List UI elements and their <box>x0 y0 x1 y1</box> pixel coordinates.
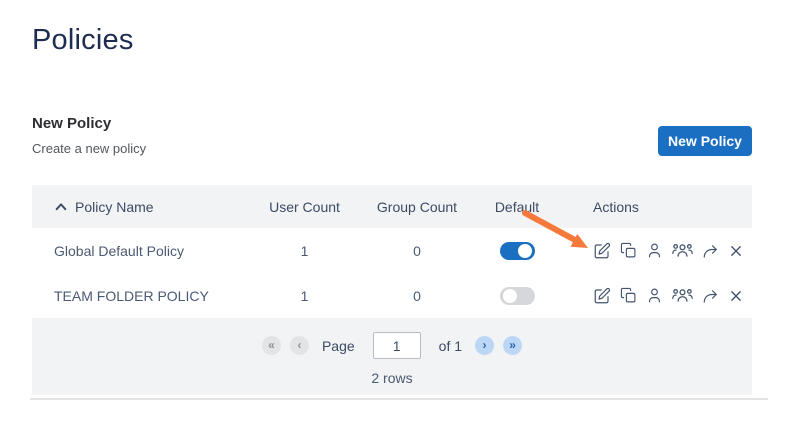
toggle-knob <box>502 288 517 303</box>
prev-page-button[interactable]: ‹ <box>289 336 309 355</box>
page-title: Policies <box>32 24 134 56</box>
share-icon[interactable] <box>702 288 720 304</box>
section-subheading: Create a new policy <box>32 141 147 156</box>
group-count-cell: 0 <box>413 242 421 259</box>
pagination: « ‹ Page of 1 › » <box>261 332 523 359</box>
table-header-row: Policy Name User Count Group Count Defau… <box>32 185 752 228</box>
edit-icon[interactable] <box>593 287 611 305</box>
column-header-user-count[interactable]: User Count <box>247 199 362 215</box>
column-header-policy-name[interactable]: Policy Name <box>32 199 247 215</box>
first-page-button[interactable]: « <box>261 336 281 355</box>
table-row: TEAM FOLDER POLICY 1 0 <box>32 273 752 318</box>
copy-icon[interactable] <box>620 287 637 304</box>
group-icon[interactable] <box>672 288 693 303</box>
table-row: Global Default Policy 1 0 <box>32 228 752 273</box>
remove-icon[interactable] <box>729 289 743 303</box>
default-cell <box>472 286 562 305</box>
last-page-button[interactable]: » <box>503 336 523 355</box>
remove-icon[interactable] <box>729 244 743 258</box>
group-count-cell: 0 <box>413 287 421 304</box>
column-header-actions: Actions <box>593 198 639 215</box>
column-header-default[interactable]: Default <box>472 199 562 215</box>
actions-cell <box>562 287 752 305</box>
default-toggle[interactable] <box>499 286 535 305</box>
policies-page: Policies New Policy Create a new policy … <box>0 0 798 432</box>
user-icon[interactable] <box>646 242 663 259</box>
group-icon[interactable] <box>672 243 693 258</box>
share-icon[interactable] <box>702 243 720 259</box>
page-label: Page <box>321 337 355 354</box>
edit-icon[interactable] <box>593 242 611 260</box>
user-count-cell: 1 <box>300 287 309 304</box>
section-heading: New Policy <box>32 115 112 132</box>
policy-name-cell: Global Default Policy <box>54 242 184 259</box>
divider <box>30 398 768 400</box>
table-footer: « ‹ Page of 1 › » 2 rows <box>32 318 752 395</box>
new-policy-button[interactable]: New Policy <box>658 126 752 156</box>
toggle-knob <box>517 243 532 258</box>
policies-table: Policy Name User Count Group Count Defau… <box>32 185 752 395</box>
policy-name-cell: TEAM FOLDER POLICY <box>54 287 209 304</box>
column-header-group-count[interactable]: Group Count <box>362 199 472 215</box>
next-page-button[interactable]: › <box>475 336 495 355</box>
row-count-label: 2 rows <box>371 370 413 386</box>
chevron-up-icon[interactable] <box>54 200 68 214</box>
page-input[interactable] <box>372 332 421 359</box>
copy-icon[interactable] <box>620 242 637 259</box>
user-count-cell: 1 <box>300 242 309 259</box>
actions-cell <box>562 242 752 260</box>
user-icon[interactable] <box>646 287 663 304</box>
default-toggle[interactable] <box>499 241 535 260</box>
page-of-label: of 1 <box>438 337 463 354</box>
column-header-label: Policy Name <box>75 198 154 215</box>
default-cell <box>472 241 562 260</box>
